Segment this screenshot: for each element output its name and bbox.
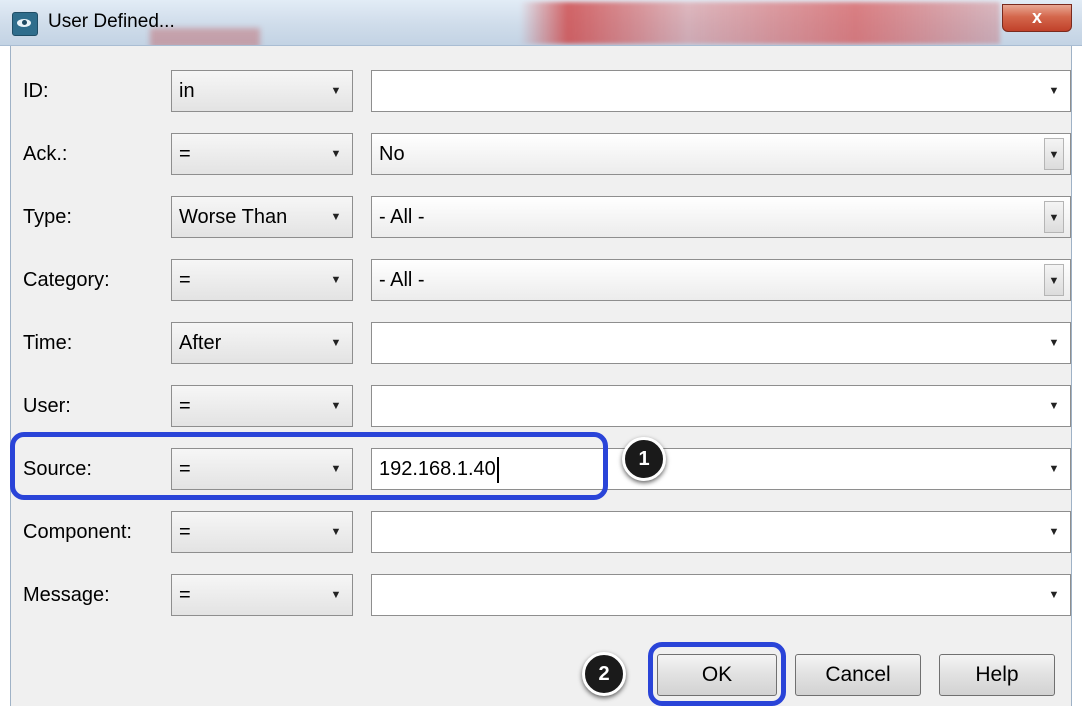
filter-row-category: Category: = ▼ - All - ▼ [11, 252, 1073, 308]
chevron-down-icon: ▼ [330, 589, 342, 601]
operator-value: After [179, 332, 222, 354]
value-select-type[interactable]: - All - ▼ [371, 196, 1071, 238]
operator-value: = [179, 395, 191, 417]
chevron-down-icon: ▼ [330, 337, 342, 349]
chevron-down-icon: ▼ [330, 85, 342, 97]
chevron-down-icon: ▼ [1048, 526, 1060, 538]
chevron-down-icon: ▼ [1048, 85, 1060, 97]
close-icon: x [1031, 7, 1042, 27]
help-button[interactable]: Help [939, 654, 1055, 696]
ok-button-highlight [648, 642, 786, 706]
close-button[interactable]: x [1002, 4, 1072, 32]
filter-value: No [379, 143, 405, 165]
chevron-down-icon: ▼ [1048, 337, 1060, 349]
operator-value: = [179, 143, 191, 165]
operator-value: = [179, 584, 191, 606]
operator-select-id[interactable]: in ▼ [171, 70, 353, 112]
background-blur [520, 2, 1000, 44]
app-eye-icon [12, 12, 38, 36]
cancel-button[interactable]: Cancel [795, 654, 921, 696]
chevron-down-icon: ▼ [330, 211, 342, 223]
filter-row-user: User: = ▼ ▼ [11, 378, 1073, 434]
filter-label-category: Category: [23, 269, 110, 291]
filter-label-user: User: [23, 395, 71, 417]
chevron-down-icon: ▼ [330, 148, 342, 160]
filter-label-type: Type: [23, 206, 72, 228]
chevron-down-icon: ▼ [1044, 138, 1064, 170]
chevron-down-icon: ▼ [1048, 463, 1060, 475]
filter-value: - All - [379, 206, 425, 228]
chevron-down-icon: ▼ [1048, 589, 1060, 601]
step-1-badge: 1 [622, 437, 666, 481]
operator-select-time[interactable]: After ▼ [171, 322, 353, 364]
source-row-highlight [10, 432, 608, 500]
value-select-category[interactable]: - All - ▼ [371, 259, 1071, 301]
value-select-time[interactable]: ▼ [371, 322, 1071, 364]
operator-select-component[interactable]: = ▼ [171, 511, 353, 553]
filter-row-component: Component: = ▼ ▼ [11, 504, 1073, 560]
filter-value: - All - [379, 269, 425, 291]
filter-label-ack: Ack.: [23, 143, 68, 165]
filter-row-type: Type: Worse Than ▼ - All - ▼ [11, 189, 1073, 245]
filter-row-message: Message: = ▼ ▼ [11, 567, 1073, 623]
filter-label-id: ID: [23, 80, 49, 102]
operator-value: = [179, 269, 191, 291]
value-select-id[interactable]: ▼ [371, 70, 1071, 112]
step-2-badge: 2 [582, 652, 626, 696]
chevron-down-icon: ▼ [1048, 400, 1060, 412]
chevron-down-icon: ▼ [330, 274, 342, 286]
filter-row-ack: Ack.: = ▼ No ▼ [11, 126, 1073, 182]
filter-label-message: Message: [23, 584, 110, 606]
operator-value: in [179, 80, 195, 102]
operator-select-ack[interactable]: = ▼ [171, 133, 353, 175]
operator-value: = [179, 521, 191, 543]
operator-select-user[interactable]: = ▼ [171, 385, 353, 427]
operator-value: Worse Than [179, 206, 288, 228]
operator-select-message[interactable]: = ▼ [171, 574, 353, 616]
filter-label-component: Component: [23, 521, 132, 543]
chevron-down-icon: ▼ [330, 526, 342, 538]
operator-select-type[interactable]: Worse Than ▼ [171, 196, 353, 238]
user-defined-dialog: ID: in ▼ ▼ Ack.: = ▼ No ▼ Type: Worse Th… [10, 46, 1072, 706]
window-title: User Defined... [48, 11, 175, 32]
filter-row-time: Time: After ▼ ▼ [11, 315, 1073, 371]
value-select-user[interactable]: ▼ [371, 385, 1071, 427]
value-select-ack[interactable]: No ▼ [371, 133, 1071, 175]
chevron-down-icon: ▼ [1044, 264, 1064, 296]
filter-row-id: ID: in ▼ ▼ [11, 63, 1073, 119]
chevron-down-icon: ▼ [330, 400, 342, 412]
value-select-message[interactable]: ▼ [371, 574, 1071, 616]
operator-select-category[interactable]: = ▼ [171, 259, 353, 301]
chevron-down-icon: ▼ [1044, 201, 1064, 233]
filter-label-time: Time: [23, 332, 73, 354]
title-bar[interactable]: User Defined... x [0, 0, 1082, 46]
value-select-component[interactable]: ▼ [371, 511, 1071, 553]
